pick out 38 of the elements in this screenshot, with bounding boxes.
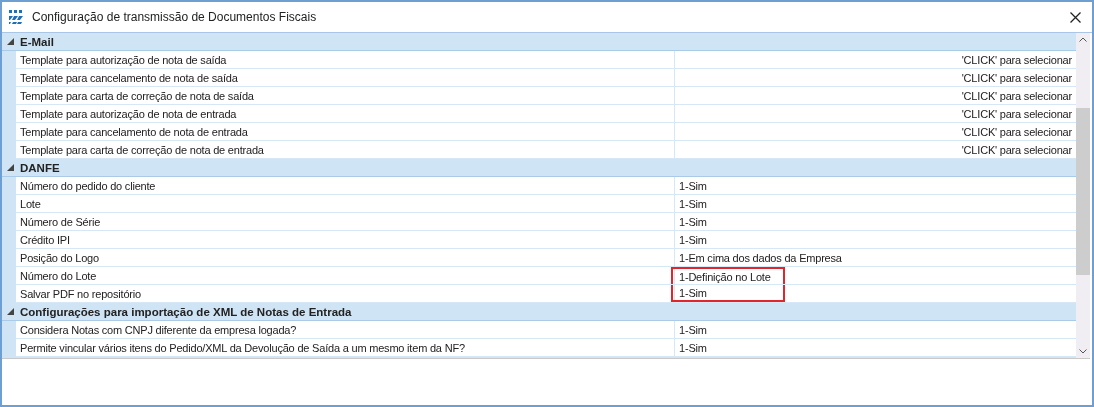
property-name: Crédito IPI — [16, 231, 675, 248]
property-value[interactable]: 'CLICK' para selecionar — [675, 69, 1076, 86]
property-value[interactable]: 'CLICK' para selecionar — [675, 123, 1076, 140]
section-title: E-Mail — [20, 35, 54, 48]
property-name: Permite vincular vários itens do Pedido/XML da Devolução de Saída a um mesmo item da NF? — [16, 339, 675, 356]
property-value[interactable]: 1-Sim — [675, 339, 1076, 356]
property-name: Template para autorização de nota de entrada — [16, 105, 675, 122]
scrollbar-thumb[interactable] — [1076, 108, 1090, 275]
property-value[interactable]: 1-Sim — [675, 195, 1076, 212]
property-name: Template para autorização de nota de saída — [16, 51, 675, 68]
property-name: Considera Notas com CNPJ diferente da empresa logada? — [16, 321, 675, 338]
section-title: Configurações para importação de XML de Notas de Entrada — [20, 305, 352, 318]
property-name: Template para carta de correção de nota de saída — [16, 87, 675, 104]
property-value[interactable]: 'CLICK' para selecionar — [675, 87, 1076, 104]
property-name: Número de Série — [16, 213, 675, 230]
app-logo-icon — [8, 9, 26, 25]
property-name: Template para cancelamento de nota de entrada — [16, 123, 675, 140]
property-name: Template para carta de correção de nota de entrada — [16, 141, 675, 158]
close-icon — [1069, 11, 1081, 23]
section-title: DANFE — [20, 161, 60, 174]
property-value[interactable]: 1-Sim — [675, 231, 1076, 248]
property-name: Salvar PDF no repositório — [16, 285, 675, 302]
property-value[interactable]: 'CLICK' para selecionar — [675, 51, 1076, 68]
property-name: Lote — [16, 195, 675, 212]
property-name: Número do pedido do cliente — [16, 177, 675, 194]
scroll-up-icon — [1079, 37, 1087, 42]
window-title: Configuração de transmissão de Documentos Fiscais — [32, 10, 318, 24]
vertical-scrollbar[interactable] — [1076, 33, 1090, 358]
property-value[interactable]: 1-Sim — [675, 177, 1076, 194]
property-value[interactable]: 1-Em cima dos dados da Empresa — [675, 249, 1076, 266]
property-name: Número do Lote — [16, 267, 675, 284]
property-value[interactable]: 1-Sim — [675, 321, 1076, 338]
property-value[interactable]: 'CLICK' para selecionar — [675, 141, 1076, 158]
property-name: Template para cancelamento de nota de saída — [16, 69, 675, 86]
property-value[interactable]: 'CLICK' para selecionar — [675, 105, 1076, 122]
scroll-down-icon — [1079, 349, 1087, 354]
property-name: Posição do Logo — [16, 249, 675, 266]
property-value[interactable]: 1-Sim — [675, 213, 1076, 230]
